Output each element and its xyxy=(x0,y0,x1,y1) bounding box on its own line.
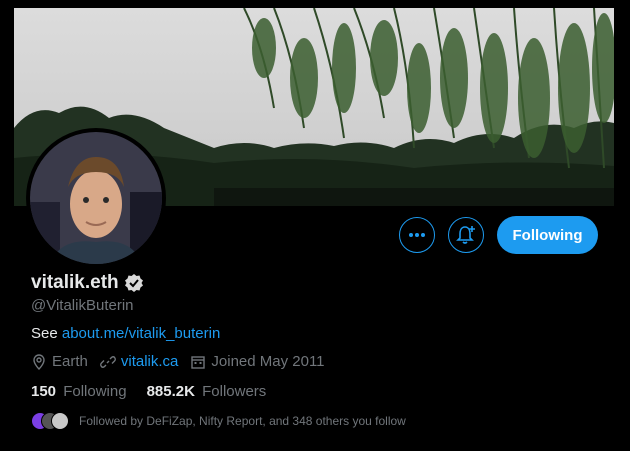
more-icon xyxy=(409,233,425,237)
bio-link[interactable]: about.me/vitalik_buterin xyxy=(62,325,220,342)
followed-by[interactable]: Followed by DeFiZap, Nifty Report, and 3… xyxy=(31,412,406,430)
right-gutter xyxy=(614,0,630,451)
avatar xyxy=(51,412,69,430)
follow-stats: 150 Following 885.2K Followers xyxy=(31,383,286,400)
location-pin-icon xyxy=(33,353,45,370)
website-link[interactable]: vitalik.ca xyxy=(121,353,179,370)
followers-count: 885.2K xyxy=(146,383,195,400)
bio-prefix: See xyxy=(31,325,62,342)
link-icon xyxy=(99,355,116,368)
profile-meta: Earth vitalik.ca Joined May 2011 xyxy=(31,353,337,370)
join-date-text: Joined May 2011 xyxy=(211,353,325,370)
location: Earth xyxy=(31,353,88,370)
following-stat[interactable]: 150 Following xyxy=(31,383,127,400)
followers-label: Followers xyxy=(202,383,267,400)
following-count: 150 xyxy=(31,383,57,400)
website: vitalik.ca xyxy=(99,353,179,370)
more-options-button[interactable] xyxy=(399,217,435,253)
following-button[interactable]: Following xyxy=(497,216,598,254)
notifications-button[interactable] xyxy=(448,217,484,253)
bio: See about.me/vitalik_buterin xyxy=(31,325,220,342)
profile-avatar-frame[interactable] xyxy=(26,128,166,268)
avatar[interactable] xyxy=(30,132,162,264)
followed-by-text: Followed by DeFiZap, Nifty Report, and 3… xyxy=(79,414,406,428)
name-row: vitalik.eth xyxy=(31,272,144,294)
verified-badge-icon xyxy=(124,274,143,292)
follower-avatars xyxy=(31,412,71,430)
bell-plus-icon xyxy=(456,226,475,244)
calendar-icon xyxy=(191,355,206,369)
user-handle: @VitalikButerin xyxy=(31,297,134,314)
following-label: Following xyxy=(63,383,127,400)
left-gutter xyxy=(0,0,14,451)
location-text: Earth xyxy=(52,353,88,370)
display-name: vitalik.eth xyxy=(31,272,119,293)
followers-stat[interactable]: 885.2K Followers xyxy=(147,383,267,400)
join-date: Joined May 2011 xyxy=(190,353,325,370)
